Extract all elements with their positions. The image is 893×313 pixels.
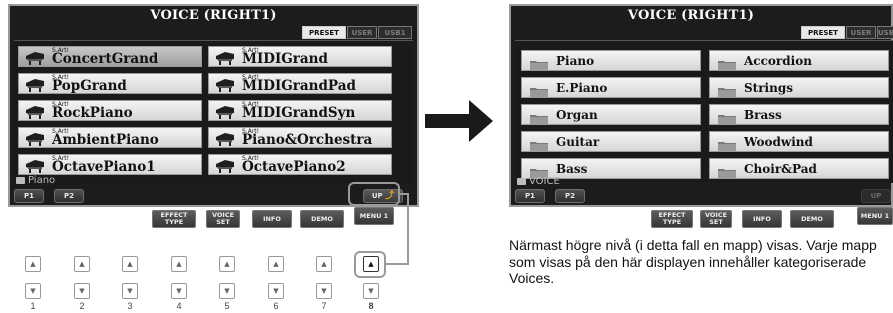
folder-item[interactable]: Accordion xyxy=(709,50,889,71)
panel-up-button-6[interactable]: ▲ xyxy=(268,256,284,272)
folder-item[interactable]: Strings xyxy=(709,77,889,98)
panel-down-button-5[interactable]: ▼ xyxy=(219,283,235,299)
panel-button-number: 5 xyxy=(224,301,230,311)
folder-name: Woodwind xyxy=(744,135,813,149)
right-voice-screen: VOICE (RIGHT1) PRESET USER USB1 Piano Ac… xyxy=(509,4,893,207)
folder-name: Accordion xyxy=(744,54,812,68)
folder-item[interactable]: Brass xyxy=(709,104,889,125)
folder-item[interactable]: Organ xyxy=(521,104,701,125)
folder-item[interactable]: Guitar xyxy=(521,131,701,152)
folder-icon xyxy=(718,164,736,183)
panel-down-button-7[interactable]: ▼ xyxy=(316,283,332,299)
effect-type-button[interactable]: EFFECT TYPE xyxy=(651,210,693,228)
folder-icon xyxy=(718,110,736,129)
page-p1-button[interactable]: P1 xyxy=(515,189,545,203)
folder-item[interactable]: E.Piano xyxy=(521,77,701,98)
panel-up-button-4[interactable]: ▲ xyxy=(171,256,187,272)
folder-name: Guitar xyxy=(556,135,600,149)
panel-down-button-3[interactable]: ▼ xyxy=(122,283,138,299)
caption-text: Närmast högre nivå (i detta fall en mapp… xyxy=(509,237,877,286)
panel-button-number: 1 xyxy=(30,301,36,311)
tab-preset[interactable]: PRESET xyxy=(801,26,845,39)
panel-down-button-8[interactable]: ▼ xyxy=(363,283,379,299)
right-arrow xyxy=(425,100,493,142)
panel-up-button-7[interactable]: ▲ xyxy=(316,256,332,272)
panel-down-button-1[interactable]: ▼ xyxy=(25,283,41,299)
up-button[interactable]: UP xyxy=(861,189,891,203)
panel-up-button-2[interactable]: ▲ xyxy=(74,256,90,272)
panel-button-number: 8 xyxy=(368,301,374,311)
folder-icon xyxy=(718,83,736,102)
folder-name: Brass xyxy=(744,108,782,122)
folder-item[interactable]: Piano xyxy=(521,50,701,71)
folder-item[interactable]: Choir&Pad xyxy=(709,158,889,179)
tab-user[interactable]: USER xyxy=(846,26,876,39)
panel-up-button-3[interactable]: ▲ xyxy=(122,256,138,272)
folder-name: E.Piano xyxy=(556,81,608,95)
folder-icon xyxy=(517,178,526,185)
folder-name: Choir&Pad xyxy=(744,162,817,176)
demo-button[interactable]: DEMO xyxy=(790,210,834,228)
tab-usb1[interactable]: USB1 xyxy=(877,26,893,39)
panel-down-button-2[interactable]: ▼ xyxy=(74,283,90,299)
folder-item[interactable]: Woodwind xyxy=(709,131,889,152)
screen-title: VOICE (RIGHT1) xyxy=(627,8,755,23)
folder-name: Strings xyxy=(744,81,793,95)
panel-up-button-8[interactable]: ▲ xyxy=(363,256,379,272)
folder-icon xyxy=(530,83,548,102)
folder-icon xyxy=(530,137,548,156)
current-path: VOICE xyxy=(517,176,560,188)
panel-up-button-1[interactable]: ▲ xyxy=(25,256,41,272)
page-p2-button[interactable]: P2 xyxy=(555,189,585,203)
folder-name: Organ xyxy=(556,108,598,122)
panel-down-button-4[interactable]: ▼ xyxy=(171,283,187,299)
panel-button-number: 2 xyxy=(79,301,85,311)
folder-icon xyxy=(530,110,548,129)
panel-button-number: 7 xyxy=(321,301,327,311)
panel-up-button-5[interactable]: ▲ xyxy=(219,256,235,272)
folder-icon xyxy=(718,137,736,156)
panel-button-number: 6 xyxy=(273,301,279,311)
folder-icon xyxy=(530,56,548,75)
folder-icon xyxy=(718,56,736,75)
panel-button-number: 4 xyxy=(176,301,182,311)
panel-button-number: 3 xyxy=(127,301,133,311)
path-label: VOICE xyxy=(529,176,560,187)
panel-down-button-6[interactable]: ▼ xyxy=(268,283,284,299)
menu-button[interactable]: MENU 1 xyxy=(857,207,893,225)
folder-name: Piano xyxy=(556,54,595,68)
folder-name: Bass xyxy=(556,162,588,176)
voice-set-button[interactable]: VOICE SET xyxy=(700,210,732,228)
info-button[interactable]: INFO xyxy=(742,210,782,228)
